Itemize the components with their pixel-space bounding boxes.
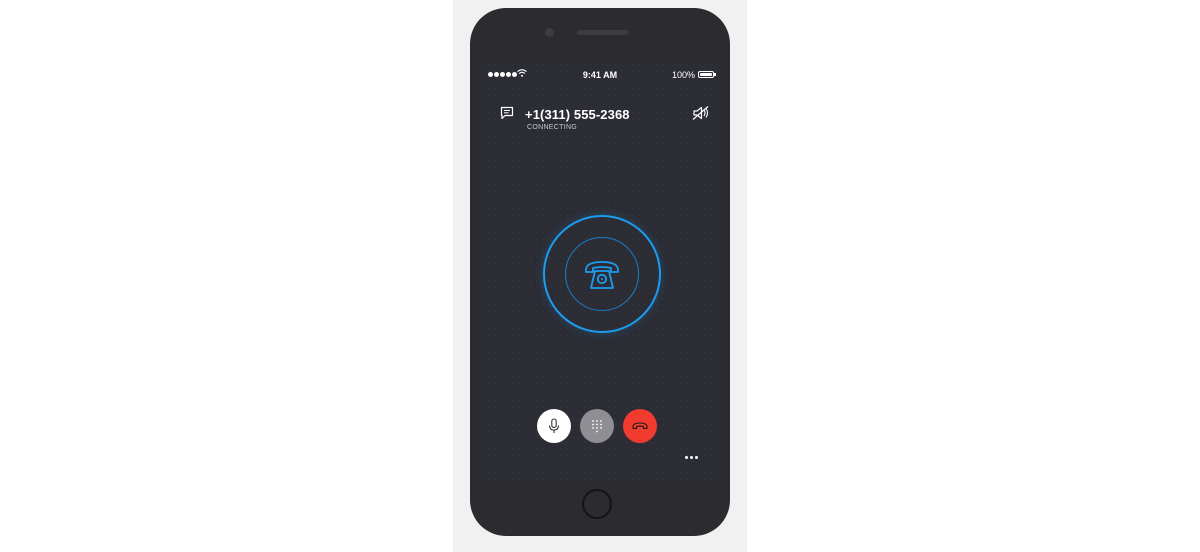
more-options-button[interactable] <box>685 453 701 461</box>
hang-up-icon <box>632 422 648 430</box>
battery-percentage: 100% <box>671 70 695 80</box>
microphone-icon <box>548 418 560 433</box>
more-dots-icon <box>685 455 688 459</box>
earpiece-speaker <box>577 30 629 35</box>
keypad-icon <box>592 420 602 433</box>
keypad-button[interactable] <box>580 409 614 443</box>
status-bar: 9:41 AM 100% <box>480 69 720 83</box>
mute-button[interactable] <box>537 409 571 443</box>
call-status: CONNECTING <box>527 124 578 131</box>
chat-bubble-icon[interactable] <box>500 106 514 120</box>
home-button[interactable] <box>582 489 612 519</box>
rotary-phone-icon <box>585 261 619 289</box>
speaker-muted-icon[interactable] <box>692 105 710 121</box>
battery-icon <box>698 71 714 78</box>
battery-tip <box>714 73 716 76</box>
caller-number: +1(311) 555-2368 <box>525 107 630 122</box>
hang-up-button[interactable] <box>623 409 657 443</box>
front-camera <box>545 28 554 37</box>
call-screen: 9:41 AM 100% +1(311) 555-2368 CONNECTING <box>480 62 720 480</box>
